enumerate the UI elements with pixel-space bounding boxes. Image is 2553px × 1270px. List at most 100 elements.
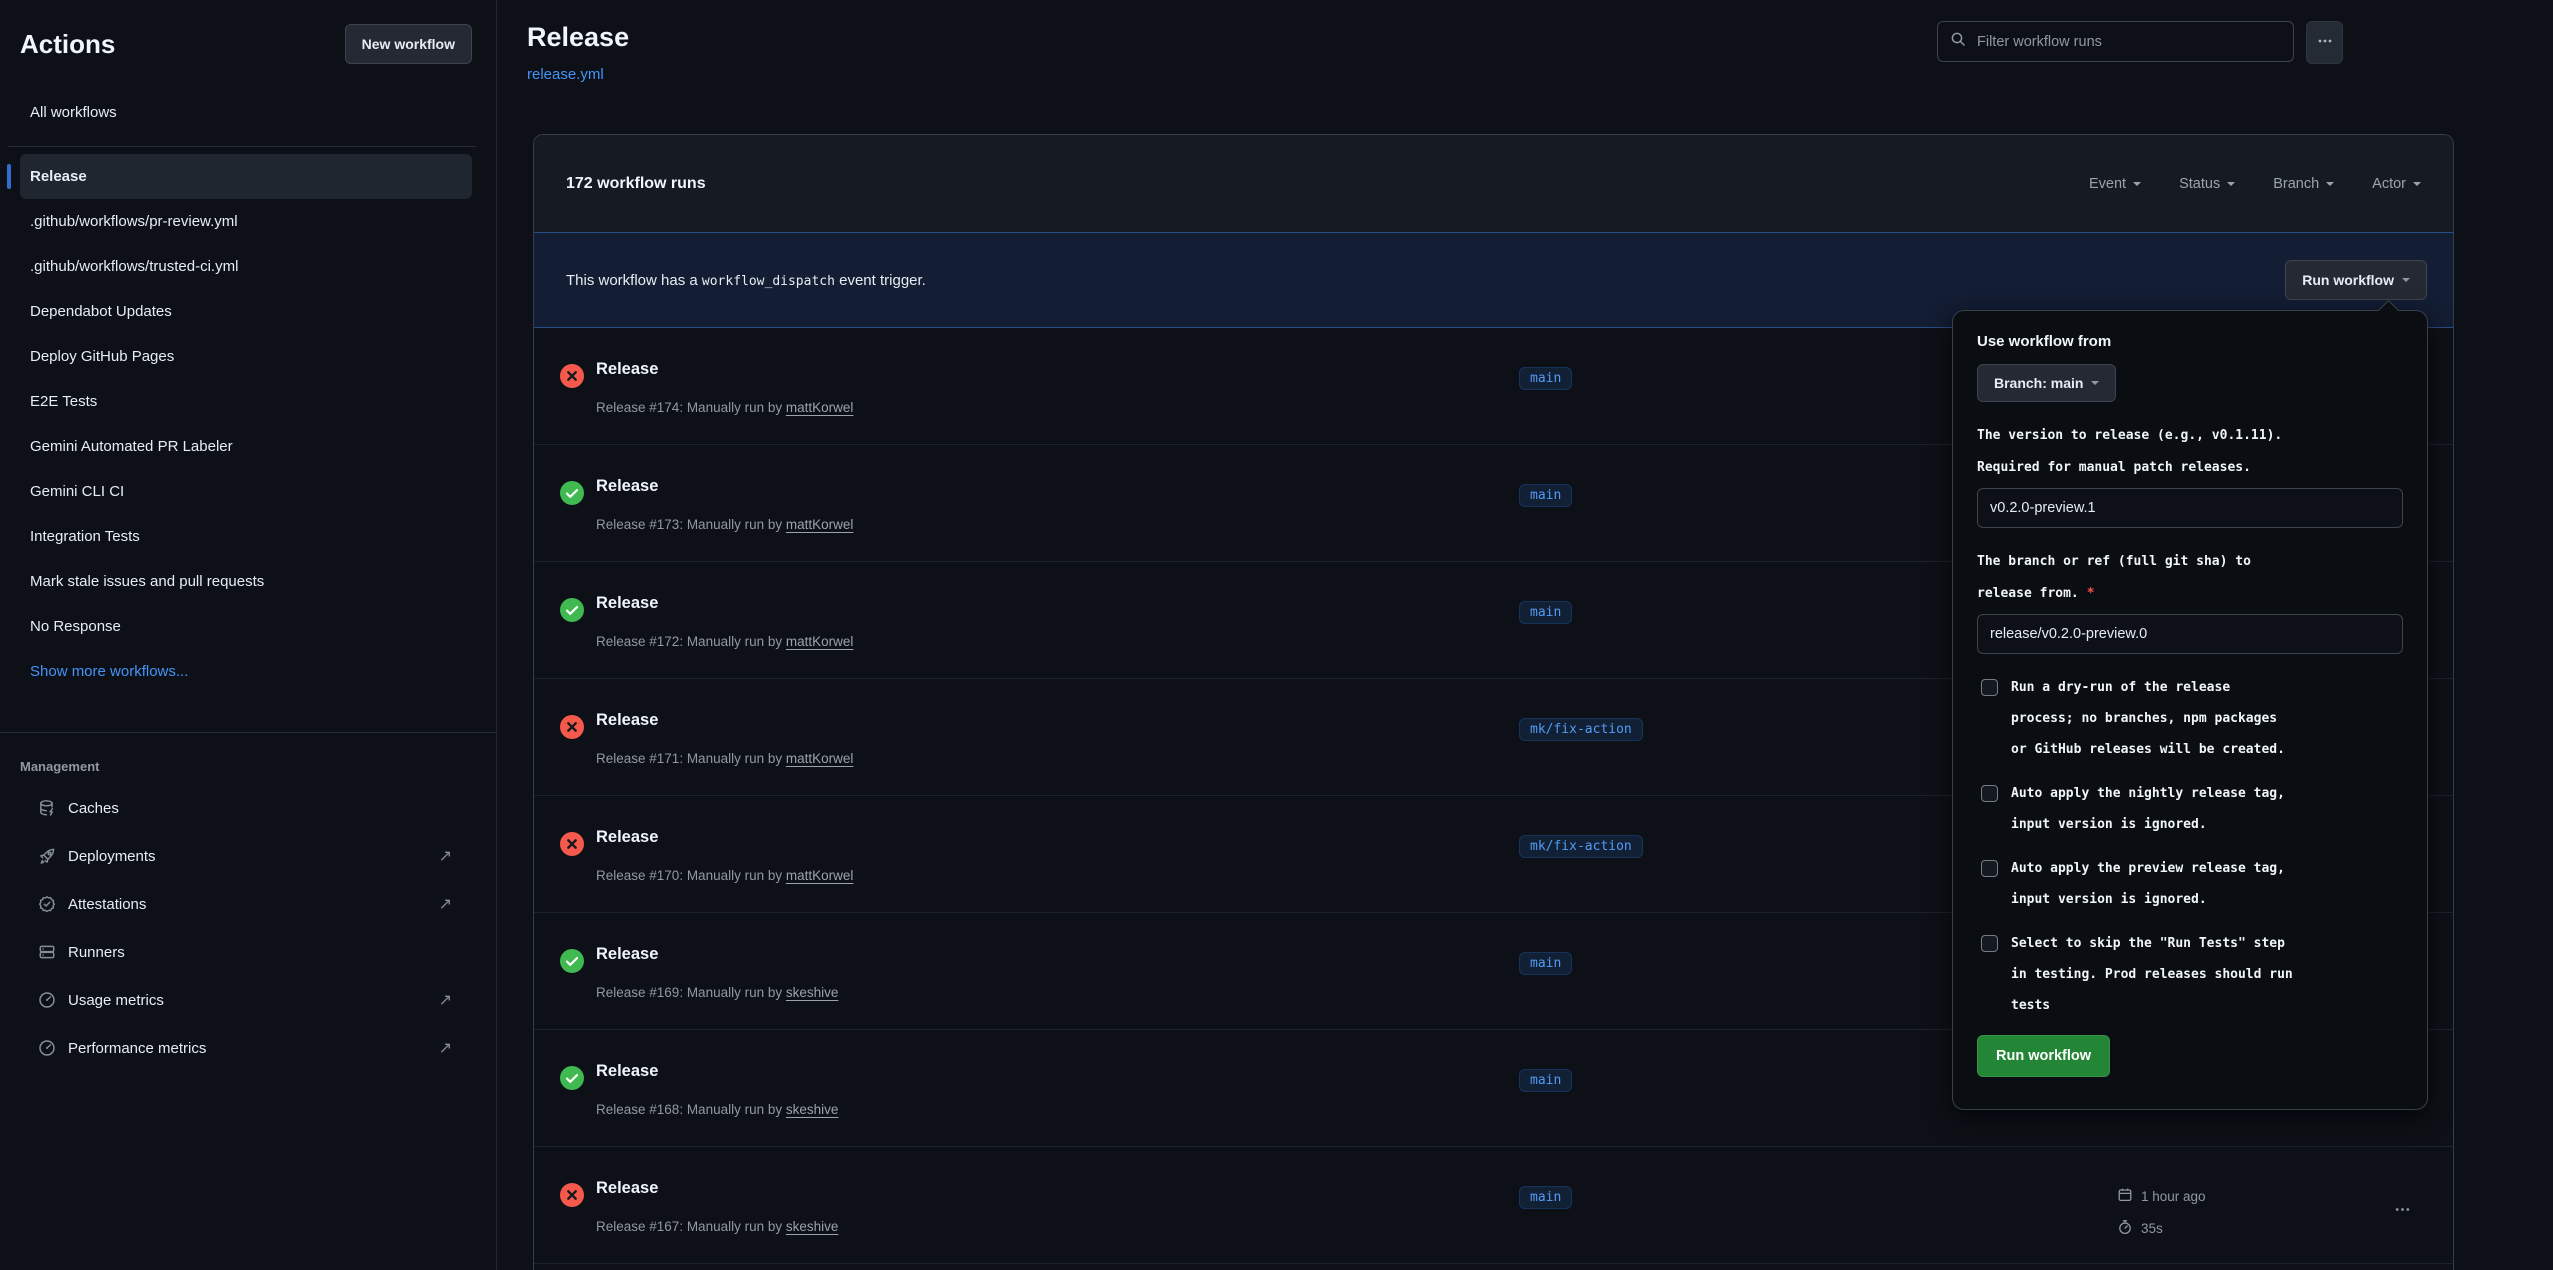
sidebar-item-dependabot-updates[interactable]: Dependabot Updates: [20, 289, 472, 334]
server-icon: [38, 943, 56, 961]
chevron-down-icon: [2227, 182, 2235, 190]
run-actor-link[interactable]: mattKorwel: [786, 751, 854, 766]
branch-badge[interactable]: main: [1519, 601, 1572, 624]
runs-count: 172 workflow runs: [566, 175, 706, 193]
management-item-caches[interactable]: Caches: [0, 784, 496, 832]
calendar-icon: [2117, 1187, 2133, 1206]
branch-badge[interactable]: main: [1519, 484, 1572, 507]
failure-icon: [560, 715, 584, 739]
sidebar-item-deploy-github-pages[interactable]: Deploy GitHub Pages: [20, 334, 472, 379]
sidebar-item-no-response[interactable]: No Response: [20, 604, 472, 649]
ref-input-description: The branch or ref (full git sha) to rele…: [1977, 546, 2403, 610]
management-item-attestations[interactable]: Attestations ↗: [0, 880, 496, 928]
popup-checkbox[interactable]: [1981, 785, 1998, 802]
failure-icon: [560, 1183, 584, 1207]
run-title-link[interactable]: Release: [596, 594, 658, 613]
sidebar-item-github-workflows-pr-review-yml[interactable]: .github/workflows/pr-review.yml: [20, 199, 472, 244]
run-workflow-submit-button[interactable]: Run workflow: [1977, 1035, 2110, 1077]
branch-badge[interactable]: mk/fix-action: [1519, 835, 1643, 858]
sidebar-item-gemini-automated-pr-labeler[interactable]: Gemini Automated PR Labeler: [20, 424, 472, 469]
meter-icon: [38, 991, 56, 1009]
workflow-options-button[interactable]: [2306, 21, 2343, 64]
popup-checkbox[interactable]: [1981, 935, 1998, 952]
popup-checkbox-list: Run a dry-run of the release process; no…: [1977, 672, 2403, 1021]
run-title-link[interactable]: Release: [596, 477, 658, 496]
sidebar-item-release[interactable]: Release: [20, 154, 472, 199]
workflow-run-row[interactable]: Release Release #167: Manually run by sk…: [534, 1146, 2453, 1263]
sidebar-item-gemini-cli-ci[interactable]: Gemini CLI CI: [20, 469, 472, 514]
chevron-down-icon: [2402, 278, 2410, 286]
failure-icon: [560, 364, 584, 388]
chevron-down-icon: [2091, 381, 2099, 389]
sidebar-divider: [8, 146, 476, 147]
rocket-icon: [38, 847, 56, 865]
selected-accent-bar: [7, 164, 11, 189]
run-actor-link[interactable]: skeshive: [786, 985, 839, 1000]
branch-badge[interactable]: main: [1519, 952, 1572, 975]
run-options-button[interactable]: [2390, 1197, 2415, 1225]
required-asterisk: *: [2087, 586, 2095, 601]
ref-input[interactable]: [1977, 614, 2403, 654]
run-title-link[interactable]: Release: [596, 1179, 658, 1198]
chevron-down-icon: [2413, 182, 2421, 190]
run-description: Release #174: Manually run by mattKorwel: [596, 400, 853, 415]
next-run-row-partial: [534, 1263, 2453, 1270]
popup-checkbox-row: Auto apply the nightly release tag, inpu…: [1977, 778, 2403, 840]
popup-checkbox[interactable]: [1981, 860, 1998, 877]
actor-filter[interactable]: Actor: [2372, 176, 2421, 192]
run-workflow-dropdown-button[interactable]: Run workflow: [2285, 260, 2427, 300]
run-title-link[interactable]: Release: [596, 360, 658, 379]
success-icon: [560, 949, 584, 973]
workflow-header: Release release.yml: [527, 22, 629, 84]
run-actor-link[interactable]: mattKorwel: [786, 634, 854, 649]
run-description: Release #168: Manually run by skeshive: [596, 1102, 838, 1117]
run-title-link[interactable]: Release: [596, 711, 658, 730]
management-item-performance-metrics[interactable]: Performance metrics ↗: [0, 1024, 496, 1072]
branch-badge[interactable]: main: [1519, 1069, 1572, 1092]
run-description: Release #167: Manually run by skeshive: [596, 1219, 838, 1234]
chevron-down-icon: [2326, 182, 2334, 190]
run-actor-link[interactable]: skeshive: [786, 1219, 839, 1234]
run-actor-link[interactable]: skeshive: [786, 1102, 839, 1117]
chevron-down-icon: [2133, 182, 2141, 190]
sidebar-item-show-more-workflows[interactable]: Show more workflows...: [20, 649, 472, 694]
status-filter[interactable]: Status: [2179, 176, 2235, 192]
event-filter[interactable]: Event: [2089, 176, 2141, 192]
filter-workflow-runs-field[interactable]: [1937, 21, 2294, 62]
sidebar-item-all-workflows[interactable]: All workflows: [20, 92, 476, 134]
run-actor-link[interactable]: mattKorwel: [786, 400, 854, 415]
run-description: Release #172: Manually run by mattKorwel: [596, 634, 853, 649]
branch-filter[interactable]: Branch: [2273, 176, 2334, 192]
run-title-link[interactable]: Release: [596, 1062, 658, 1081]
meter-icon: [38, 1039, 56, 1057]
run-title-link[interactable]: Release: [596, 828, 658, 847]
popup-checkbox-row: Select to skip the "Run Tests" step in t…: [1977, 928, 2403, 1021]
workflow-file-link[interactable]: release.yml: [527, 66, 604, 83]
management-divider: [0, 732, 496, 733]
external-link-icon: ↗: [439, 990, 452, 1010]
branch-badge[interactable]: mk/fix-action: [1519, 718, 1643, 741]
new-workflow-button[interactable]: New workflow: [345, 24, 472, 64]
failure-icon: [560, 832, 584, 856]
external-link-icon: ↗: [439, 1038, 452, 1058]
success-icon: [560, 1066, 584, 1090]
run-actor-link[interactable]: mattKorwel: [786, 868, 854, 883]
management-item-runners[interactable]: Runners: [0, 928, 496, 976]
sidebar-item-integration-tests[interactable]: Integration Tests: [20, 514, 472, 559]
filter-workflow-runs-input[interactable]: [1975, 33, 2281, 51]
popup-checkbox[interactable]: [1981, 679, 1998, 696]
management-item-usage-metrics[interactable]: Usage metrics ↗: [0, 976, 496, 1024]
run-title-link[interactable]: Release: [596, 945, 658, 964]
sidebar-item-e2e-tests[interactable]: E2E Tests: [20, 379, 472, 424]
runs-panel-header: 172 workflow runs Event Status Branch Ac…: [534, 135, 2453, 232]
version-input[interactable]: [1977, 488, 2403, 528]
workflow-nav-list: Release .github/workflows/pr-review.yml …: [20, 154, 472, 694]
branch-badge[interactable]: main: [1519, 367, 1572, 390]
branch-selector-button[interactable]: Branch: main: [1977, 364, 2116, 402]
branch-badge[interactable]: main: [1519, 1186, 1572, 1209]
management-heading: Management: [20, 759, 496, 774]
management-item-deployments[interactable]: Deployments ↗: [0, 832, 496, 880]
sidebar-item-github-workflows-trusted-ci-yml[interactable]: .github/workflows/trusted-ci.yml: [20, 244, 472, 289]
sidebar-item-mark-stale-issues-and-pull-requests[interactable]: Mark stale issues and pull requests: [20, 559, 472, 604]
run-actor-link[interactable]: mattKorwel: [786, 517, 854, 532]
